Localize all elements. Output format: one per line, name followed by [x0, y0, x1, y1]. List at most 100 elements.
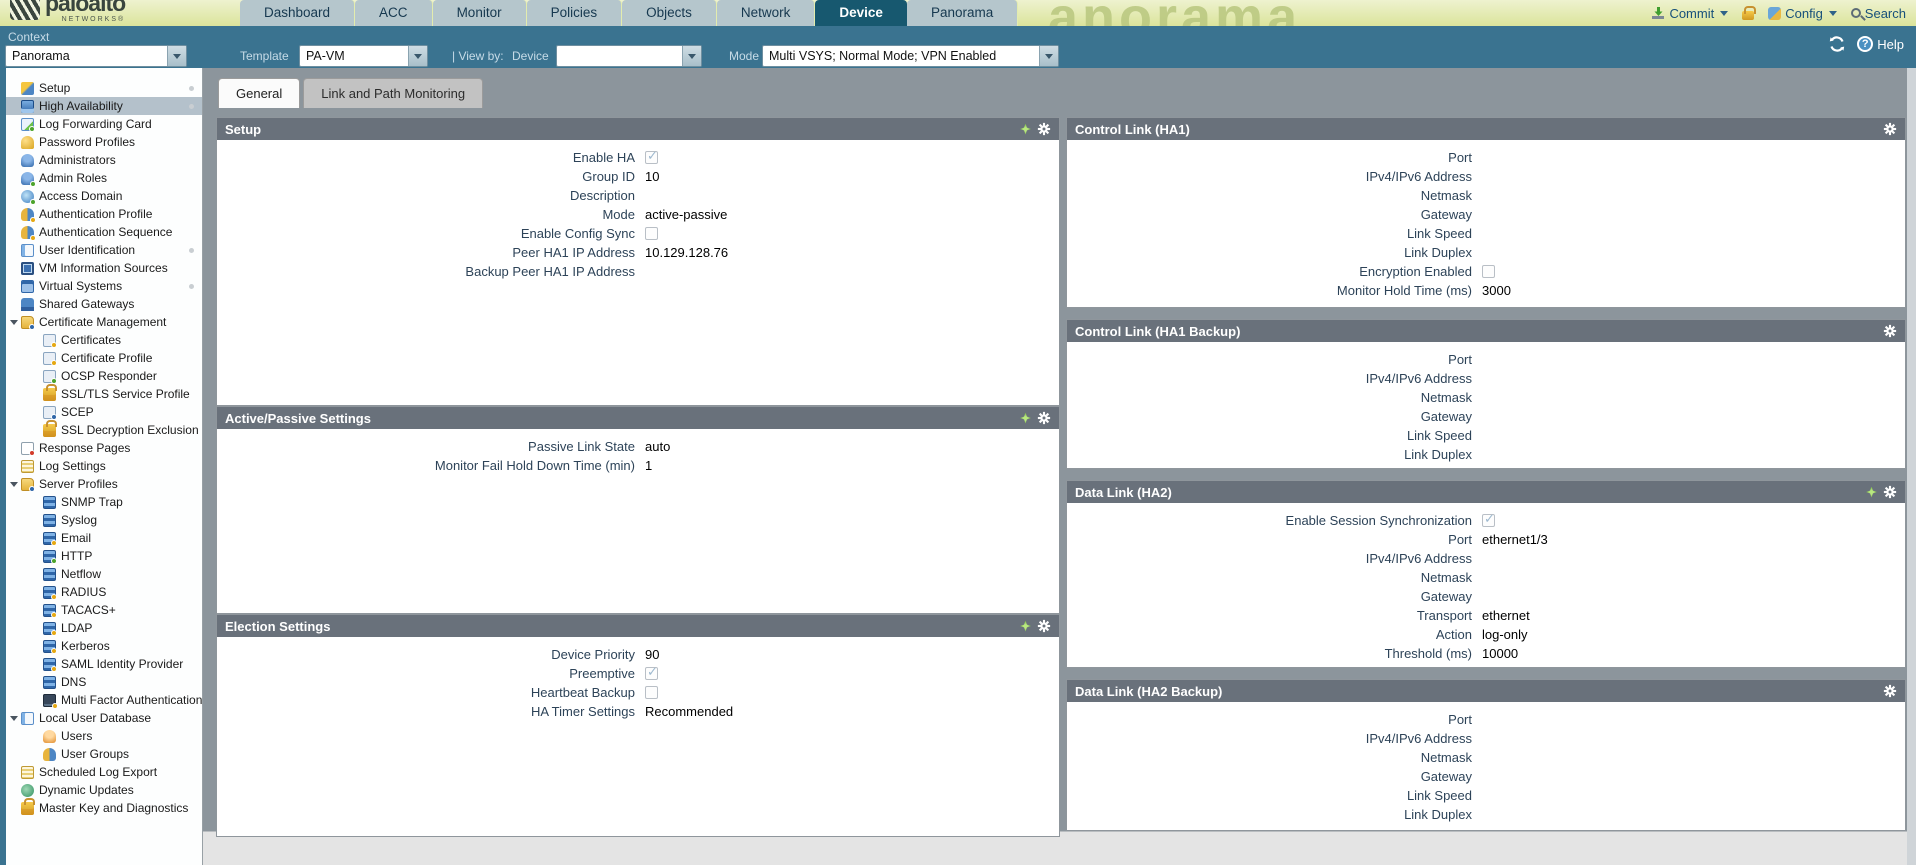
template-select-arrow[interactable] [408, 46, 427, 66]
tab-acc[interactable]: ACC [355, 0, 433, 26]
sidebar-item-authentication-profile[interactable]: Authentication Profile [6, 205, 202, 223]
viewby-select-arrow[interactable] [682, 46, 701, 66]
context-select[interactable]: Panorama [5, 45, 187, 67]
sidebar-item-log-forwarding-card[interactable]: Log Forwarding Card [6, 115, 202, 133]
sidebar-item-ldap[interactable]: LDAP [6, 619, 202, 637]
tab-dashboard[interactable]: Dashboard [240, 0, 356, 26]
sidebar-item-tacacs[interactable]: TACACS+ [6, 601, 202, 619]
field-label: Heartbeat Backup [530, 685, 635, 700]
logo-networks: NETWORKS® [61, 16, 126, 23]
sidebar-item-high-availability[interactable]: High Availability [6, 97, 202, 115]
sidebar-item-label: DNS [61, 675, 87, 689]
sidebar-item-shared-gateways[interactable]: Shared Gateways [6, 295, 202, 313]
sidebar-item-server-profiles[interactable]: Server Profiles [6, 475, 202, 493]
sidebar-item-virtual-systems[interactable]: Virtual Systems [6, 277, 202, 295]
mode-select[interactable]: Multi VSYS; Normal Mode; VPN Enabled [762, 45, 1059, 67]
sidebar-item-user-groups[interactable]: User Groups [6, 745, 202, 763]
tab-objects[interactable]: Objects [622, 0, 717, 26]
gear-icon[interactable] [1883, 684, 1897, 698]
sidebar-item-ssl-decryption-exclusion[interactable]: SSL Decryption Exclusion [6, 419, 202, 439]
sidebar-item-dynamic-updates[interactable]: Dynamic Updates [6, 781, 202, 799]
sidebar-item-ssl-tls-service-profile[interactable]: SSL/TLS Service Profile [6, 383, 202, 403]
sidebar-item-multi-factor-authentication[interactable]: Multi Factor Authentication [6, 691, 202, 709]
sidebar-item-admin-roles[interactable]: Admin Roles [6, 169, 202, 187]
tab-monitor[interactable]: Monitor [432, 0, 527, 26]
sidebar-item-local-user-database[interactable]: Local User Database [6, 709, 202, 727]
sidebar-item-ocsp-responder[interactable]: OCSP Responder [6, 367, 202, 385]
tab-policies[interactable]: Policies [526, 0, 623, 26]
sidebar-item-http[interactable]: HTTP [6, 547, 202, 565]
server-icon [43, 495, 56, 509]
gear-icon[interactable] [1037, 122, 1051, 136]
sidebar-item-scep[interactable]: SCEP [6, 403, 202, 421]
content-tab-general[interactable]: General [218, 78, 301, 108]
field-label: Enable Session Synchronization [1285, 513, 1472, 528]
field-label: Passive Link State [528, 439, 635, 454]
commit-icon [1652, 6, 1665, 19]
sidebar-item-access-domain[interactable]: Access Domain [6, 187, 202, 205]
search-button[interactable]: Search [1850, 6, 1906, 21]
sidebar-item-kerberos[interactable]: Kerberos [6, 637, 202, 655]
sidebar-item-master-key-and-diagnostics[interactable]: Master Key and Diagnostics [6, 797, 202, 817]
vertical-scrollbar[interactable] [1907, 68, 1916, 865]
sidebar-item-vm-information-sources[interactable]: VM Information Sources [6, 259, 202, 277]
doc-icon [21, 117, 35, 132]
idcard-icon [21, 711, 34, 725]
field-label: Transport [1416, 608, 1472, 623]
sidebar-item-response-pages[interactable]: Response Pages [6, 439, 202, 457]
gear-icon[interactable] [1037, 619, 1051, 633]
sidebar-item-certificates[interactable]: Certificates [6, 331, 202, 349]
sidebar-item-label: Netflow [61, 567, 102, 581]
field-label: Peer HA1 IP Address [512, 245, 635, 260]
expander-icon[interactable] [10, 319, 18, 325]
sidebar-item-radius[interactable]: RADIUS [6, 583, 202, 601]
sidebar-item-authentication-sequence[interactable]: Authentication Sequence [6, 223, 202, 241]
field-label: Backup Peer HA1 IP Address [465, 264, 635, 279]
refresh-icon[interactable] [1829, 36, 1845, 52]
sidebar-item-label: Dynamic Updates [39, 783, 134, 797]
tab-network[interactable]: Network [716, 0, 816, 26]
sidebar-item-password-profiles[interactable]: Password Profiles [6, 133, 202, 151]
server-icon [43, 585, 57, 600]
lock-button[interactable] [1742, 5, 1757, 20]
gear-icon[interactable] [1883, 485, 1897, 499]
help-button[interactable]: ? Help [1857, 36, 1904, 52]
server-icon [43, 639, 57, 654]
gear-icon[interactable] [1037, 411, 1051, 425]
sidebar-item-netflow[interactable]: Netflow [6, 565, 202, 583]
sidebar-item-users[interactable]: Users [6, 727, 202, 745]
sidebar-item-syslog[interactable]: Syslog [6, 511, 202, 529]
template-sync-icon[interactable] [1866, 486, 1877, 498]
sidebar-item-setup[interactable]: Setup [6, 79, 202, 97]
context-select-arrow[interactable] [167, 46, 186, 66]
tab-device[interactable]: Device [815, 0, 907, 26]
expander-icon[interactable] [10, 715, 18, 721]
sidebar-item-user-identification[interactable]: User Identification [6, 241, 202, 259]
sidebar-item-scheduled-log-export[interactable]: Scheduled Log Export [6, 763, 202, 781]
field-label: Device Priority [551, 647, 635, 662]
content-tab-link-and-path-monitoring[interactable]: Link and Path Monitoring [303, 78, 484, 108]
config-button[interactable]: Config [1768, 6, 1837, 21]
template-sync-icon[interactable] [1020, 620, 1031, 632]
gear-icon[interactable] [1883, 324, 1897, 338]
field-value: active-passive [645, 207, 728, 222]
gear-icon[interactable] [1883, 122, 1897, 136]
template-select[interactable]: PA-VM [299, 45, 428, 67]
expander-icon[interactable] [10, 481, 18, 487]
template-sync-icon[interactable] [1020, 412, 1031, 424]
sidebar-item-saml-identity-provider[interactable]: SAML Identity Provider [6, 655, 202, 673]
sidebar-item-certificate-management[interactable]: Certificate Management [6, 313, 202, 331]
sidebar-item-administrators[interactable]: Administrators [6, 151, 202, 169]
commit-button[interactable]: Commit [1651, 6, 1729, 21]
mode-select-arrow[interactable] [1039, 46, 1058, 66]
sidebar-item-dns[interactable]: DNS [6, 673, 202, 691]
viewby-select[interactable] [556, 45, 702, 67]
field-row-port: Port [1067, 148, 1905, 167]
tab-panorama[interactable]: Panorama [906, 0, 1019, 26]
sidebar-item-snmp-trap[interactable]: SNMP Trap [6, 493, 202, 511]
field-label: Enable HA [572, 150, 635, 165]
template-sync-icon[interactable] [1020, 123, 1031, 135]
sidebar-item-email[interactable]: Email [6, 529, 202, 547]
sidebar-item-certificate-profile[interactable]: Certificate Profile [6, 349, 202, 367]
sidebar-item-log-settings[interactable]: Log Settings [6, 457, 202, 475]
